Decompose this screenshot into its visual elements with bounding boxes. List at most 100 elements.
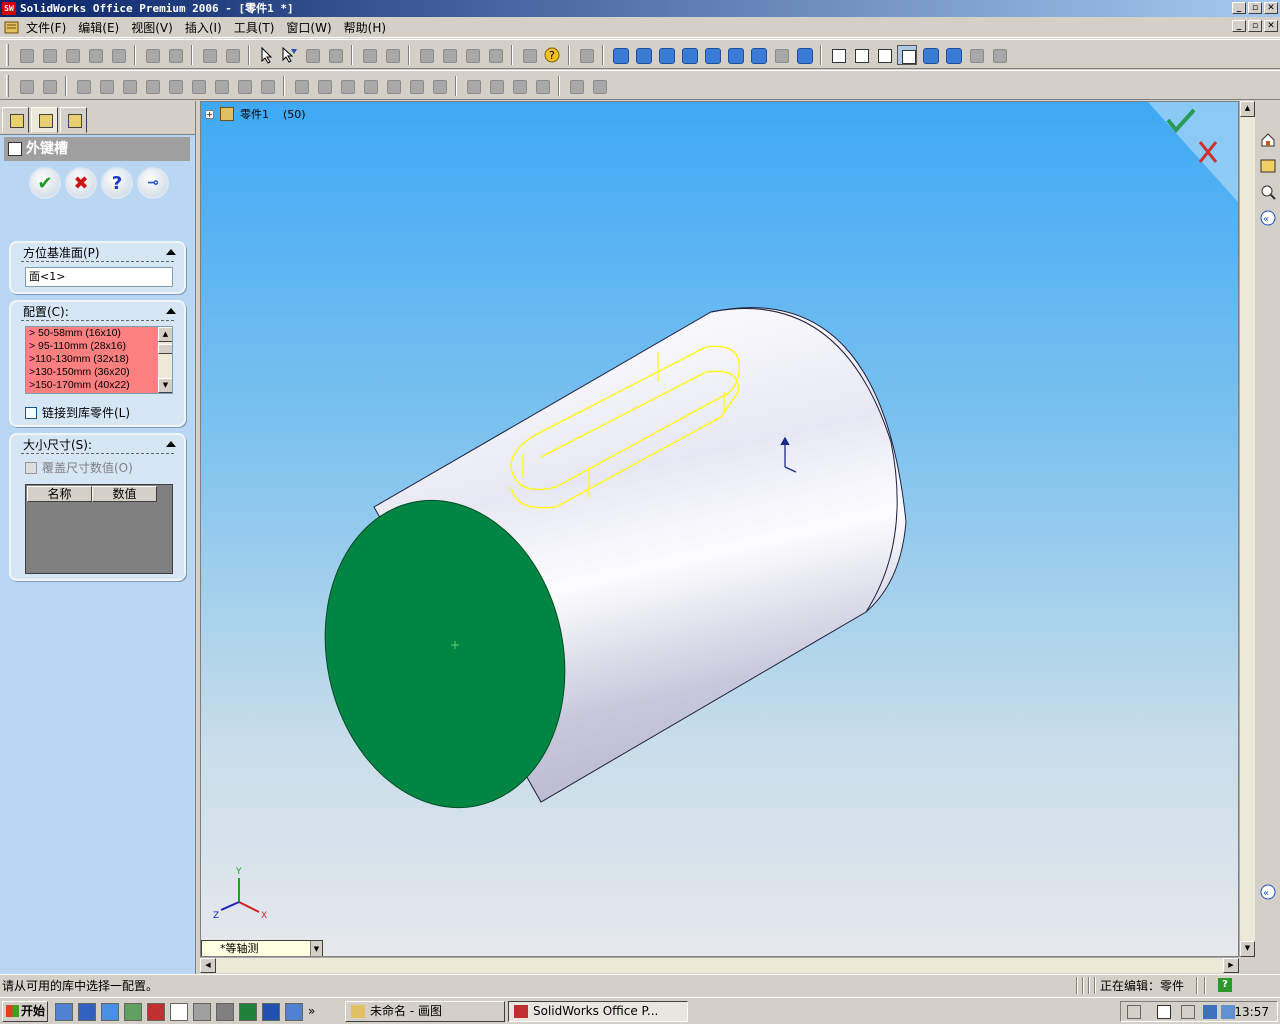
new-icon[interactable] (16, 45, 36, 65)
horizontal-scrollbar[interactable]: ◀ ▶ (200, 957, 1239, 973)
messenger-icon[interactable] (1221, 1005, 1235, 1019)
chevron-down-icon[interactable]: ▼ (310, 941, 322, 956)
copy-icon[interactable] (165, 45, 185, 65)
close-button[interactable]: ✕ (1264, 2, 1278, 14)
hidden-lines-removed-icon[interactable] (874, 45, 894, 65)
scroll-thumb[interactable] (158, 344, 172, 354)
sweep-icon[interactable] (119, 76, 139, 96)
measure-icon[interactable] (416, 45, 436, 65)
taskbar-solidworks[interactable]: SolidWorks Office P... (508, 1001, 688, 1022)
save-icon[interactable] (62, 45, 82, 65)
curves-icon[interactable] (589, 76, 609, 96)
volume-icon[interactable] (1181, 1005, 1195, 1019)
undo-icon[interactable] (199, 45, 219, 65)
curve-pattern-icon[interactable] (509, 76, 529, 96)
show-desktop-icon[interactable] (55, 1003, 73, 1021)
menu-edit[interactable]: 编辑(E) (76, 20, 129, 36)
menu-tools[interactable]: 工具(T) (232, 20, 285, 36)
menu-window[interactable]: 窗口(W) (284, 20, 341, 36)
menu-view[interactable]: 视图(V) (129, 20, 183, 36)
menu-insert[interactable]: 插入(I) (183, 20, 232, 36)
help-icon[interactable]: ? (542, 45, 562, 65)
expand-taskpane-icon[interactable]: « (1259, 209, 1277, 227)
rotate-view-icon[interactable] (725, 45, 745, 65)
mirror-icon[interactable] (429, 76, 449, 96)
shell-icon[interactable] (234, 76, 254, 96)
scroll-down-icon[interactable]: ▼ (158, 378, 172, 393)
file-explorer-icon[interactable] (1259, 183, 1277, 201)
shaded-icon[interactable] (920, 45, 940, 65)
dimension-table[interactable]: 名称 数值 (25, 484, 173, 574)
solidworks-icon[interactable] (147, 1003, 165, 1021)
mass-properties-icon[interactable] (485, 45, 505, 65)
select-filter-icon[interactable] (279, 45, 299, 65)
options-icon[interactable] (359, 45, 379, 65)
app-icon[interactable] (285, 1003, 303, 1021)
graphics-area[interactable]: + 零件1 (50) Y X Z *等轴测 ▼ (200, 101, 1239, 957)
draft-icon[interactable] (257, 76, 277, 96)
zoom-area-icon[interactable] (656, 45, 676, 65)
normal-to-icon[interactable] (610, 45, 630, 65)
override-dimension-checkbox[interactable] (25, 461, 37, 474)
table-pattern-icon[interactable] (532, 76, 552, 96)
revolve-icon[interactable] (96, 76, 116, 96)
help-icon[interactable] (1157, 1005, 1171, 1019)
solidworks-app-icon[interactable]: SW (2, 2, 16, 15)
column-header-value[interactable]: 数值 (92, 486, 157, 502)
sketch-icon[interactable] (302, 45, 322, 65)
autocad-icon[interactable] (170, 1003, 188, 1021)
config-item[interactable]: >130-150mm (36x20) (26, 366, 172, 379)
roll-view-icon[interactable] (771, 45, 791, 65)
scroll-left-icon[interactable]: ◀ (200, 958, 216, 973)
quick-tips-icon[interactable]: ? (1218, 978, 1232, 992)
sketch-toggle-icon[interactable] (576, 45, 596, 65)
shaded-with-edges-icon[interactable] (897, 45, 917, 65)
configuration-list[interactable]: > 50-58mm (16x10) > 95-110mm (28x16) >11… (25, 326, 173, 394)
config-item[interactable]: > 95-110mm (28x16) (26, 340, 172, 353)
zoom-to-fit-icon[interactable] (633, 45, 653, 65)
rebuild-icon[interactable] (325, 45, 345, 65)
hole-icon[interactable] (291, 76, 311, 96)
percent-icon[interactable] (39, 76, 59, 96)
extrude-boss-icon[interactable] (16, 76, 36, 96)
maximize-button[interactable]: ▫ (1248, 2, 1262, 14)
print-preview-icon[interactable] (108, 45, 128, 65)
cancel-button[interactable]: ✖ (65, 167, 97, 199)
loft-icon[interactable] (142, 76, 162, 96)
scroll-up-icon[interactable]: ▲ (158, 327, 172, 342)
zoom-in-out-icon[interactable] (679, 45, 699, 65)
zoom-selection-icon[interactable] (702, 45, 722, 65)
circular-pattern-icon[interactable] (486, 76, 506, 96)
vertical-scrollbar[interactable]: ▲ ▼ (1239, 101, 1255, 957)
column-header-name[interactable]: 名称 (27, 486, 92, 502)
app-icon[interactable] (124, 1003, 142, 1021)
part-document-icon[interactable] (4, 20, 20, 34)
flex-icon[interactable] (337, 76, 357, 96)
toolbox-icon[interactable] (519, 45, 539, 65)
collapse-arrow-icon[interactable] (166, 308, 176, 314)
menu-file[interactable]: 文件(F) (24, 20, 76, 36)
indent-icon[interactable] (383, 76, 403, 96)
internet-explorer-icon[interactable] (78, 1003, 96, 1021)
grid-icon[interactable] (382, 45, 402, 65)
reference-geometry-icon[interactable] (566, 76, 586, 96)
pin-button[interactable]: ⊸ (137, 167, 169, 199)
collapse-arrow-icon[interactable] (166, 441, 176, 447)
view-orientation-icon[interactable] (794, 45, 814, 65)
doc-close-button[interactable]: ✕ (1264, 20, 1278, 32)
property-manager-tab[interactable] (31, 107, 58, 133)
chamfer-icon[interactable] (188, 76, 208, 96)
taskbar-paint[interactable]: 未命名 - 画图 (345, 1001, 505, 1022)
rib-icon[interactable] (211, 76, 231, 96)
fillet-icon[interactable] (165, 76, 185, 96)
excel-icon[interactable] (239, 1003, 257, 1021)
design-library-icon[interactable] (1259, 157, 1277, 175)
scroll-right-icon[interactable]: ▶ (1223, 958, 1239, 973)
dimension-icon[interactable] (439, 45, 459, 65)
network-icon[interactable] (1203, 1005, 1217, 1019)
config-list-scrollbar[interactable]: ▲ ▼ (157, 327, 172, 393)
linear-pattern-icon[interactable] (463, 76, 483, 96)
home-icon[interactable] (1259, 131, 1277, 149)
section-view-icon[interactable] (966, 45, 986, 65)
doc-restore-button[interactable]: ▫ (1248, 20, 1262, 32)
